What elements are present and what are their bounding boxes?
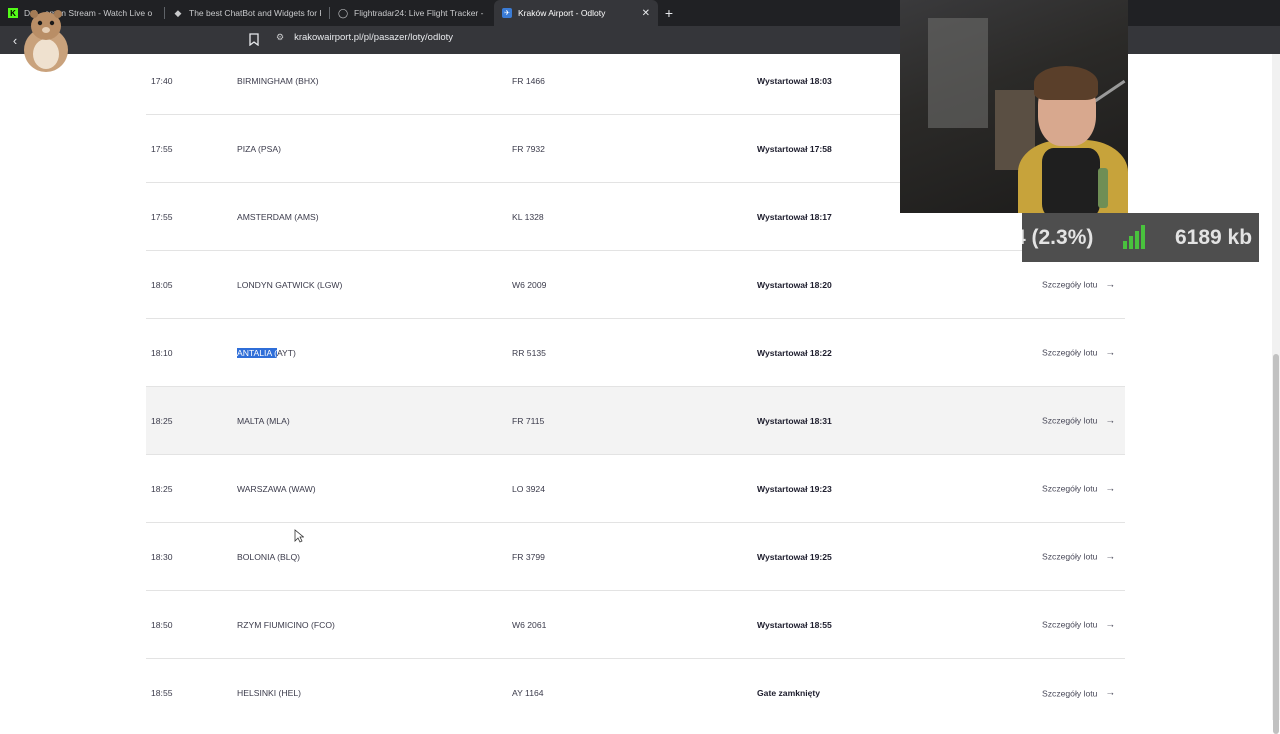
departure-time: 18:25 [151,483,173,494]
departure-time: 18:30 [151,551,173,562]
tab-flightradar[interactable]: ◯ Flightradar24: Live Flight Tracker - R… [330,0,494,26]
tab-botrix[interactable]: ◆ The best ChatBot and Widgets for Ki [165,0,329,26]
details-label: Szczegóły lotu [1042,347,1098,358]
destination: PIZA (PSA) [237,143,281,154]
flight-status: Wystartował 18:55 [757,619,832,630]
packet-loss-text: 4 (2.3%) [1022,225,1094,249]
webcam-overlay [900,0,1128,213]
page-scrollbar[interactable] [1272,54,1280,734]
departure-time: 18:50 [151,619,173,630]
url-text: krakowairport.pl/pl/pasazer/loty/odloty [294,32,454,43]
site-settings-icon[interactable]: ⚙ [276,32,284,43]
flight-number: W6 2061 [512,619,547,630]
flight-details-link[interactable]: Szczegóły lotu → [1042,279,1115,290]
bitrate-text: 6189 kb [1175,225,1253,249]
flight-status: Wystartował 18:22 [757,347,832,358]
webcam-bottle [1098,168,1108,208]
details-label: Szczegóły lotu [1042,619,1098,630]
table-row: 18:05 LONDYN GATWICK (LGW) W6 2009 Wysta… [146,251,1125,319]
flight-details-link[interactable]: Szczegóły lotu → [1042,347,1115,358]
flight-number: FR 7932 [512,143,545,154]
flight-status: Wystartował 18:31 [757,415,832,426]
flight-status: Wystartował 18:20 [757,279,832,290]
tab-title: Kraków Airport - Odloty [518,8,606,18]
flight-details-link[interactable]: Szczegóły lotu → [1042,415,1115,426]
flight-status: Wystartował 19:23 [757,483,832,494]
departure-time: 18:55 [151,688,173,698]
new-tab-button[interactable]: + [658,5,680,21]
details-label: Szczegóły lotu [1042,279,1098,290]
details-label: Szczegóły lotu [1042,551,1098,562]
table-row: 18:10 ANTALIA (AYT) RR 5135 Wystartował … [146,319,1125,387]
destination: AMSTERDAM (AMS) [237,211,319,222]
departure-time: 17:55 [151,211,173,222]
close-tab-icon[interactable]: ✕ [642,8,650,19]
webcam-streamer-shirt-front [1042,148,1100,213]
flight-number: AY 1164 [512,688,544,698]
flight-number: RR 5135 [512,347,546,358]
arrow-right-icon: → [1105,279,1116,290]
selected-text: ANTALIA ( [237,347,277,358]
flight-number: FR 3799 [512,551,545,562]
flight-status: Wystartował 18:03 [757,75,832,86]
arrow-right-icon: → [1105,483,1116,494]
flight-status: Wystartował 18:17 [757,211,832,222]
flight-number: LO 3924 [512,483,545,494]
table-row: 18:25 MALTA (MLA) FR 7115 Wystartował 18… [146,387,1125,455]
mouse-cursor-icon [294,529,304,543]
tab-title: Flightradar24: Live Flight Tracker - Re [354,8,486,18]
destination-rest: AYT) [276,347,296,358]
signal-strength-icon [1123,225,1147,249]
details-label: Szczegóły lotu [1042,483,1098,494]
flight-details-link[interactable]: Szczegóły lotu → [1042,483,1115,494]
globe-icon: ◯ [337,7,349,18]
flight-details-link[interactable]: Szczegóły lotu → [1042,619,1115,630]
flight-details-link[interactable]: Szczegóły lotu → [1042,551,1115,562]
arrow-right-icon: → [1105,551,1116,562]
kick-icon: K [8,8,18,18]
destination: RZYM FIUMICINO (FCO) [237,619,335,630]
table-row: 18:55 HELSINKI (HEL) AY 1164 Gate zamkni… [146,659,1125,727]
tab-title: The best ChatBot and Widgets for Ki [189,8,321,18]
departure-time: 18:10 [151,347,173,358]
flight-status: Gate zamknięty [757,688,821,698]
destination: BOLONIA (BLQ) [237,551,301,562]
scrollbar-thumb[interactable] [1273,354,1279,734]
botrix-icon: ◆ [174,7,182,18]
tab-krakow-airport[interactable]: ✈ Kraków Airport - Odloty ✕ [494,0,658,26]
flight-details-link[interactable]: Szczegóły lotu → [1042,688,1115,699]
bookmark-icon[interactable] [249,33,259,46]
table-row: 18:50 RZYM FIUMICINO (FCO) W6 2061 Wysta… [146,591,1125,659]
departure-time: 17:40 [151,75,173,86]
details-label: Szczegóły lotu [1042,688,1098,698]
table-row: 18:30 BOLONIA (BLQ) FR 3799 Wystartował … [146,523,1125,591]
webcam-streamer-hair [1034,66,1098,100]
departure-time: 18:25 [151,415,173,426]
flight-number: FR 7115 [512,415,545,426]
url-field[interactable]: ⚙ krakowairport.pl/pl/pasazer/loty/odlot… [276,32,453,43]
hamster-sticker-icon [24,10,68,72]
arrow-right-icon: → [1105,415,1116,426]
flight-status: Wystartował 17:58 [757,143,832,154]
destination: HELSINKI (HEL) [237,688,301,698]
flight-number: KL 1328 [512,211,544,222]
flight-number: W6 2009 [512,279,547,290]
destination: LONDYN GATWICK (LGW) [237,279,343,290]
arrow-right-icon: → [1105,687,1116,699]
flight-status: Wystartował 19:25 [757,551,832,562]
destination: BIRMINGHAM (BHX) [237,75,319,86]
departure-time: 18:05 [151,279,173,290]
arrow-right-icon: → [1105,347,1116,358]
destination: MALTA (MLA) [237,415,290,426]
airport-icon: ✈ [502,8,512,18]
webcam-background-window [928,18,988,128]
departure-time: 17:55 [151,143,173,154]
table-row: 18:25 WARSZAWA (WAW) LO 3924 Wystartował… [146,455,1125,523]
flight-number: FR 1466 [512,75,545,86]
arrow-right-icon: → [1105,619,1116,630]
stream-stats-overlay: 4 (2.3%) 6189 kb [1022,213,1259,262]
destination: WARSZAWA (WAW) [237,483,316,494]
details-label: Szczegóły lotu [1042,415,1098,426]
destination: ANTALIA (AYT) [237,347,296,358]
